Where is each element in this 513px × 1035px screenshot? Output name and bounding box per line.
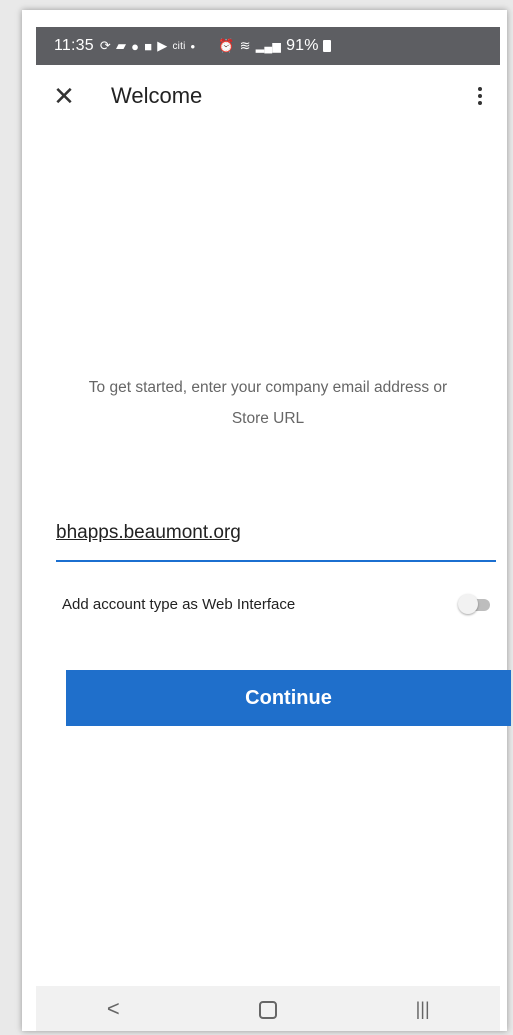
phone-screen: 11:35 ⟳ ▰ ● ■ ▶ citi • ⏰ ≋ ▂▄▆ 91% ✕ Wel… bbox=[22, 10, 511, 1031]
web-interface-toggle-row: Add account type as Web Interface bbox=[56, 586, 496, 622]
instructions-text: To get started, enter your company email… bbox=[36, 372, 500, 434]
sync-icon: ⟳ bbox=[99, 38, 111, 53]
citi-icon: citi bbox=[172, 40, 186, 52]
battery-icon bbox=[322, 40, 331, 52]
more-vert-icon[interactable] bbox=[472, 84, 488, 110]
facebook-icon: ● bbox=[131, 38, 140, 54]
back-nav-button[interactable]: < bbox=[93, 994, 133, 1024]
close-icon[interactable]: ✕ bbox=[50, 82, 78, 110]
youtube-icon: ▶ bbox=[157, 38, 168, 53]
chat-icon: ▰ bbox=[115, 38, 127, 53]
app-bar: ✕ Welcome bbox=[36, 70, 500, 132]
web-interface-toggle-label: Add account type as Web Interface bbox=[62, 595, 296, 613]
home-icon bbox=[258, 1000, 277, 1019]
page-title: Welcome bbox=[111, 83, 203, 108]
signal-icon: ▂▄▆ bbox=[255, 40, 282, 53]
store-url-field bbox=[56, 516, 496, 562]
status-bar: 11:35 ⟳ ▰ ● ■ ▶ citi • ⏰ ≋ ▂▄▆ 91% bbox=[36, 27, 500, 65]
recents-nav-button[interactable]: ||| bbox=[403, 994, 443, 1024]
status-time: 11:35 bbox=[54, 37, 94, 54]
alarm-icon: ⏰ bbox=[218, 38, 235, 53]
store-url-input[interactable] bbox=[56, 516, 496, 544]
home-nav-button[interactable] bbox=[248, 994, 288, 1024]
web-interface-toggle[interactable] bbox=[458, 594, 492, 614]
dot-icon: • bbox=[190, 38, 196, 54]
system-nav-bar: < ||| bbox=[36, 986, 500, 1031]
battery-percent: 91% bbox=[286, 37, 319, 54]
teams-icon: ■ bbox=[144, 38, 153, 54]
instructions-line-1: To get started, enter your company email… bbox=[88, 379, 448, 396]
wifi-icon: ≋ bbox=[239, 38, 251, 53]
continue-button[interactable]: Continue bbox=[66, 670, 511, 726]
toggle-thumb bbox=[458, 594, 478, 614]
instructions-line-2: Store URL bbox=[231, 410, 305, 427]
